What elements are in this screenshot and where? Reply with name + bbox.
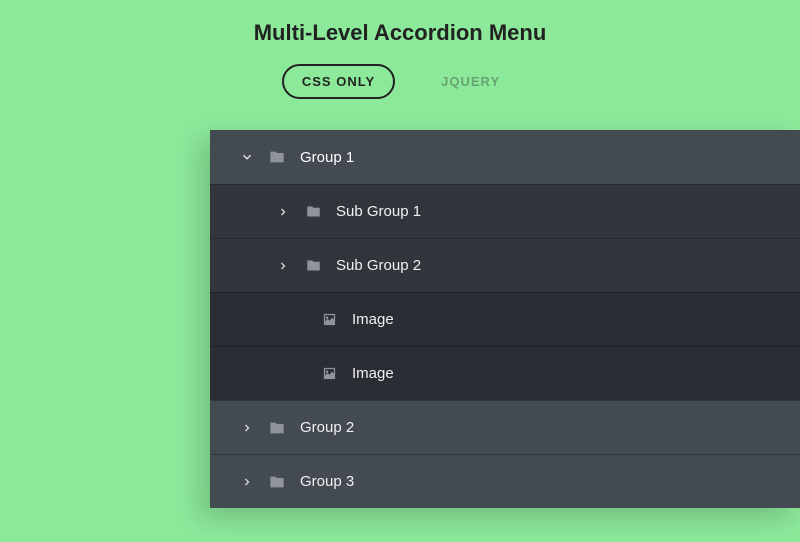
chevron-right-icon: [274, 260, 292, 272]
folder-icon: [268, 420, 286, 436]
folder-icon: [268, 149, 286, 165]
menu-item-label: Group 1: [300, 149, 354, 166]
chevron-right-icon: [238, 476, 256, 488]
chevron-right-icon: [238, 422, 256, 434]
page-title: Multi-Level Accordion Menu: [0, 0, 800, 46]
menu-item-group-2[interactable]: Group 2: [210, 400, 800, 454]
menu-item-sub-group-1[interactable]: Sub Group 1: [210, 184, 800, 238]
menu-item-label: Group 2: [300, 419, 354, 436]
folder-icon: [304, 258, 322, 273]
tabs: CSS ONLY JQUERY: [0, 64, 800, 99]
menu-item-label: Sub Group 2: [336, 257, 421, 274]
menu-item-label: Group 3: [300, 473, 354, 490]
chevron-down-icon: [238, 150, 256, 164]
menu-item-label: Sub Group 1: [336, 203, 421, 220]
menu-item-image-2[interactable]: Image: [210, 346, 800, 400]
menu-item-label: Image: [352, 311, 394, 328]
menu-item-group-1[interactable]: Group 1: [210, 130, 800, 184]
accordion-menu: Group 1 Sub Group 1 Sub Group 2: [210, 130, 800, 508]
image-icon: [320, 366, 338, 381]
menu-item-label: Image: [352, 365, 394, 382]
menu-item-image-1[interactable]: Image: [210, 292, 800, 346]
folder-icon: [268, 474, 286, 490]
menu-item-group-3[interactable]: Group 3: [210, 454, 800, 508]
tab-css-only[interactable]: CSS ONLY: [282, 64, 395, 99]
chevron-right-icon: [274, 206, 292, 218]
tab-jquery[interactable]: JQUERY: [423, 66, 518, 97]
image-icon: [320, 312, 338, 327]
menu-item-sub-group-2[interactable]: Sub Group 2: [210, 238, 800, 292]
folder-icon: [304, 204, 322, 219]
